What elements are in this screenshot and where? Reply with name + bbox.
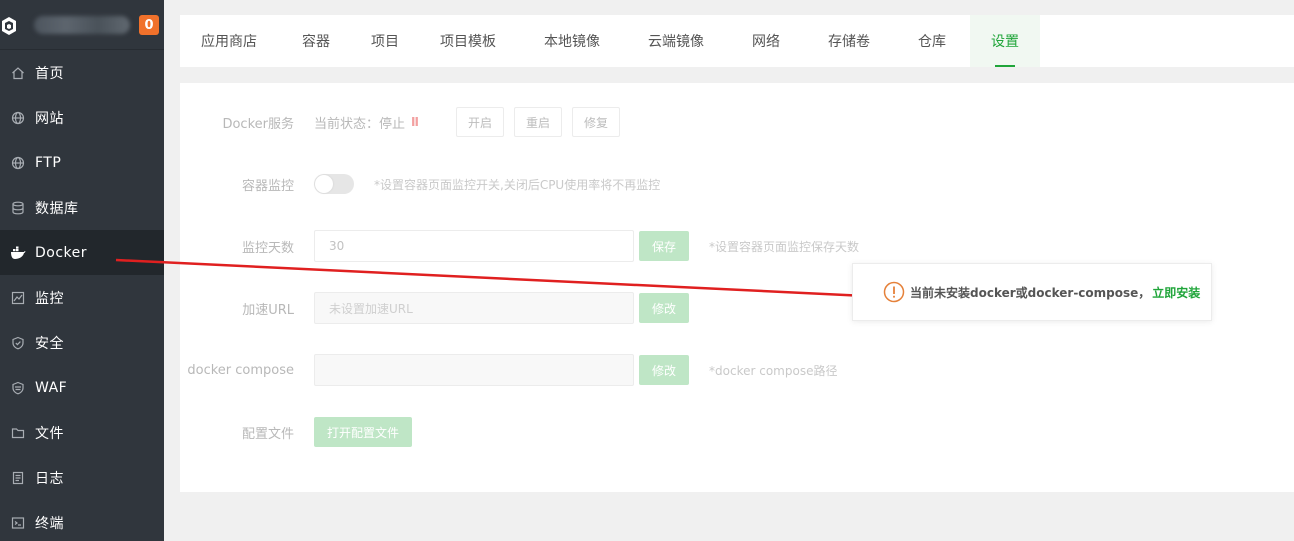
config-file-label: 配置文件 xyxy=(241,426,294,442)
tab-settings[interactable]: 设置 xyxy=(970,15,1040,67)
warning-icon xyxy=(883,281,905,303)
sidebar-item-label: 文件 xyxy=(35,425,64,442)
stopped-pause-icon: II xyxy=(411,115,419,129)
waf-shield-icon xyxy=(10,380,26,396)
monitor-days-input[interactable]: 30 xyxy=(314,230,634,262)
sidebar-item-files[interactable]: 文件 xyxy=(0,410,164,455)
monitor-days-row: 监控天数 30 保存 *设置容器页面监控保存天数 xyxy=(180,230,859,262)
sidebar-item-label: 终端 xyxy=(35,515,64,532)
restart-docker-button[interactable]: 重启 xyxy=(513,107,562,137)
docker-service-label: Docker服务 xyxy=(222,116,294,132)
docker-tab-bar: 应用商店 容器 项目 项目模板 本地镜像 云端镜像 网络 存储卷 仓库 设置 xyxy=(180,15,1294,67)
notification-badge[interactable]: 0 xyxy=(139,15,159,35)
folder-icon xyxy=(10,425,26,441)
sidebar-item-security[interactable]: 安全 xyxy=(0,320,164,365)
install-now-link[interactable]: 立即安装 xyxy=(1152,284,1200,301)
monitor-days-hint: *设置容器页面监控保存天数 xyxy=(709,239,860,254)
sidebar-item-docker[interactable]: Docker xyxy=(0,230,164,275)
sidebar-nav: 首页 网站 FTP 数据库 Docker 监控 安全 WAF 文件 日志 终端 xyxy=(0,50,164,541)
sidebar-item-label: 网站 xyxy=(35,110,64,127)
sidebar-item-label: FTP xyxy=(35,154,62,171)
globe-icon xyxy=(10,155,26,171)
database-icon xyxy=(10,200,26,216)
shield-icon xyxy=(10,335,26,351)
sidebar-item-label: Docker xyxy=(35,244,88,261)
sidebar-item-label: 首页 xyxy=(35,65,64,82)
monitor-icon xyxy=(10,290,26,306)
accel-url-row: 加速URL 未设置加速URL 修改 xyxy=(180,292,690,324)
sidebar-item-home[interactable]: 首页 xyxy=(0,50,164,95)
tab-containers[interactable]: 容器 xyxy=(278,15,354,67)
logo-icon xyxy=(0,15,18,35)
sidebar-item-label: 数据库 xyxy=(35,200,79,217)
container-monitor-label: 容器监控 xyxy=(241,178,294,194)
sidebar-item-label: 日志 xyxy=(35,470,64,487)
tab-registry[interactable]: 仓库 xyxy=(894,15,970,67)
accel-url-controls: 未设置加速URL 修改 xyxy=(314,292,690,324)
tab-app-store[interactable]: 应用商店 xyxy=(180,15,278,67)
sidebar-item-label: WAF xyxy=(35,379,68,396)
tab-network[interactable]: 网络 xyxy=(728,15,804,67)
sidebar-item-logs[interactable]: 日志 xyxy=(0,455,164,500)
sidebar-item-ftp[interactable]: FTP xyxy=(0,140,164,185)
config-file-controls: 打开配置文件 xyxy=(314,417,413,447)
log-icon xyxy=(10,470,26,486)
accel-url-label: 加速URL xyxy=(242,302,294,318)
docker-service-controls: 当前状态：停止 II 开启 重启 修复 xyxy=(314,107,630,137)
tab-local-images[interactable]: 本地镜像 xyxy=(520,15,624,67)
sidebar-item-label: 监控 xyxy=(35,290,64,307)
docker-compose-controls: 修改 *docker compose路径 xyxy=(314,354,837,386)
sidebar-item-database[interactable]: 数据库 xyxy=(0,185,164,230)
repair-docker-button[interactable]: 修复 xyxy=(571,107,620,137)
sidebar-item-website[interactable]: 网站 xyxy=(0,95,164,140)
home-icon xyxy=(10,65,26,81)
container-monitor-toggle[interactable] xyxy=(314,174,354,194)
docker-not-installed-popup: 当前未安装docker或docker-compose， 立即安装 xyxy=(852,263,1212,321)
start-docker-button[interactable]: 开启 xyxy=(455,107,504,137)
server-name-blurred xyxy=(34,15,130,34)
save-monitor-days-button[interactable]: 保存 xyxy=(639,231,690,261)
docker-icon xyxy=(10,245,26,261)
sidebar-item-label: 安全 xyxy=(35,335,64,352)
tab-volumes[interactable]: 存储卷 xyxy=(804,15,894,67)
sidebar-item-waf[interactable]: WAF xyxy=(0,365,164,410)
docker-service-row: Docker服务 当前状态：停止 II 开启 重启 修复 xyxy=(180,107,630,137)
container-monitor-hint: *设置容器页面监控开关,关闭后CPU使用率将不再监控 xyxy=(374,177,661,192)
edit-docker-compose-button[interactable]: 修改 xyxy=(639,355,690,385)
accel-url-input[interactable]: 未设置加速URL xyxy=(314,292,634,324)
open-config-file-button[interactable]: 打开配置文件 xyxy=(314,417,413,447)
sidebar-item-terminal[interactable]: 终端 xyxy=(0,500,164,541)
config-file-row: 配置文件 打开配置文件 xyxy=(180,417,413,447)
container-monitor-row: 容器监控 *设置容器页面监控开关,关闭后CPU使用率将不再监控 xyxy=(180,174,660,194)
sidebar: 0 首页 网站 FTP 数据库 Docker 监控 安全 WAF 文件 日志 终… xyxy=(0,0,164,541)
docker-compose-label: docker compose xyxy=(187,362,294,378)
monitor-days-label: 监控天数 xyxy=(241,240,294,256)
docker-status-text: 当前状态：停止 xyxy=(314,116,406,132)
popup-message: 当前未安装docker或docker-compose， xyxy=(910,285,1151,300)
docker-compose-hint: *docker compose路径 xyxy=(709,363,838,378)
docker-compose-path-input[interactable] xyxy=(314,354,634,386)
monitor-days-controls: 30 保存 *设置容器页面监控保存天数 xyxy=(314,230,859,262)
sidebar-header: 0 xyxy=(0,0,164,50)
docker-compose-row: docker compose 修改 *docker compose路径 xyxy=(180,354,837,386)
globe-icon xyxy=(10,110,26,126)
tab-project-templates[interactable]: 项目模板 xyxy=(416,15,520,67)
edit-accel-url-button[interactable]: 修改 xyxy=(639,293,690,323)
sidebar-item-monitor[interactable]: 监控 xyxy=(0,275,164,320)
terminal-icon xyxy=(10,515,26,531)
tab-projects[interactable]: 项目 xyxy=(354,15,416,67)
toggle-knob xyxy=(315,175,333,193)
tab-cloud-images[interactable]: 云端镜像 xyxy=(624,15,728,67)
container-monitor-controls: *设置容器页面监控开关,关闭后CPU使用率将不再监控 xyxy=(314,174,660,194)
